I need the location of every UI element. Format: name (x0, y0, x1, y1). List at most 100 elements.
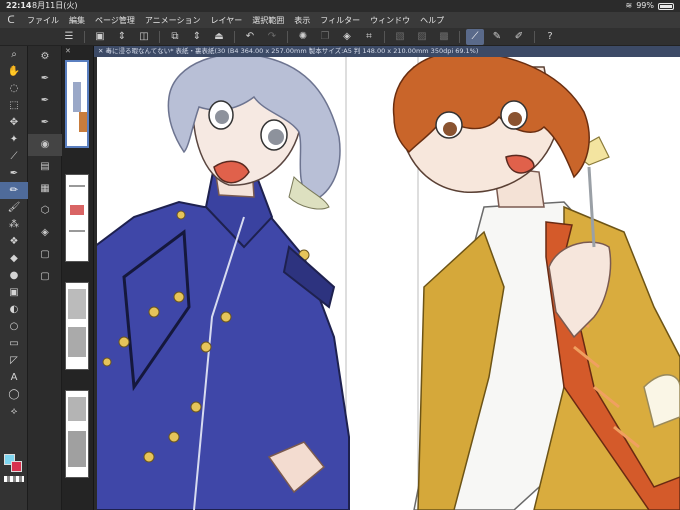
status-right: ≋ 99% (626, 0, 674, 12)
menu-layer[interactable]: レイヤー (206, 15, 248, 26)
divider (459, 30, 460, 43)
lasso-icon[interactable]: ◌ (0, 80, 28, 97)
page-thumbnail-panel: ✕ (62, 46, 94, 510)
clip-studio-logo-icon[interactable]: ᑕ (0, 15, 22, 26)
pen-a-icon[interactable]: ✒ (28, 68, 62, 90)
active-brush-icon[interactable]: ⟋ (466, 28, 484, 45)
wifi-icon: ≋ (625, 1, 633, 10)
pen-c-icon[interactable]: ✒ (28, 112, 62, 134)
divider (287, 30, 288, 43)
arrow-up-down-icon[interactable]: ⇕ (113, 29, 131, 45)
close-icon[interactable]: ✕ (62, 46, 93, 56)
invert-icon[interactable]: ▨ (413, 29, 431, 45)
menu-edit[interactable]: 編集 (64, 15, 90, 26)
menu-bar: ᑕ ファイル 編集 ページ管理 アニメーション レイヤー 選択範囲 表示 フィル… (0, 12, 680, 28)
blend-icon[interactable]: ● (0, 267, 28, 284)
copy-icon[interactable]: ❐ (316, 29, 334, 45)
pen-tool-icon[interactable]: ✒ (0, 165, 28, 182)
ruler-icon[interactable]: ◸ (0, 352, 28, 369)
select-icon[interactable]: ⬚ (0, 97, 28, 114)
deselect-icon[interactable]: ▩ (435, 29, 453, 45)
status-date: 8月11日(火) (32, 1, 78, 10)
left-character (94, 57, 350, 510)
menu-selection[interactable]: 選択範囲 (247, 15, 289, 26)
right-character (392, 57, 680, 510)
undo-icon[interactable]: ↶ (241, 29, 259, 45)
menu-file[interactable]: ファイル (22, 15, 64, 26)
layer-b-icon[interactable]: ▤ (28, 156, 62, 178)
divider (159, 30, 160, 43)
status-time: 22:14 (6, 1, 32, 10)
new-icon[interactable]: ▣ (91, 29, 109, 45)
menu-page[interactable]: ページ管理 (90, 15, 140, 26)
divider (384, 30, 385, 43)
fill-icon[interactable]: ◈ (338, 29, 356, 45)
gradient-icon[interactable]: ◐ (0, 301, 28, 318)
divider (234, 30, 235, 43)
frame-icon[interactable]: ▭ (0, 335, 28, 352)
text-icon[interactable]: A (0, 369, 28, 386)
menu-view[interactable]: 表示 (289, 15, 315, 26)
hand-icon[interactable]: ✋ (0, 63, 28, 80)
page-thumbnail[interactable] (65, 390, 89, 478)
pencil-icon[interactable]: ✏ (0, 182, 28, 199)
zoom-icon[interactable]: ⌕ (0, 46, 28, 63)
menu-icon[interactable]: ☰ (60, 29, 78, 45)
export-icon[interactable]: ⏏ (210, 29, 228, 45)
page-thumbnail[interactable] (65, 282, 89, 370)
battery-fill (660, 4, 672, 8)
menu-filter[interactable]: フィルター (315, 15, 365, 26)
eyedropper-icon[interactable]: ⟋ (0, 148, 28, 165)
subtool-palette: ⚙ ✒ ✒ ✒ ◉ ▤ ▦ ⬡ ◈ ▢ ▢ (28, 46, 62, 510)
menu-window[interactable]: ウィンドウ (365, 15, 415, 26)
eraser-icon[interactable]: ◆ (0, 250, 28, 267)
layer-d-icon[interactable]: ⬡ (28, 200, 62, 222)
page-b-icon[interactable]: ▢ (28, 266, 62, 288)
move-icon[interactable]: ✥ (0, 114, 28, 131)
decoration-icon[interactable]: ❖ (0, 233, 28, 250)
battery-text: 99% (636, 1, 654, 10)
save-icon[interactable]: ◫ (135, 29, 153, 45)
help-icon[interactable]: ? (541, 29, 559, 45)
layer-c-icon[interactable]: ▦ (28, 178, 62, 200)
status-bar: 22:14 8月11日(火) ≋ 99% (0, 0, 680, 12)
magic-wand-icon[interactable]: ✦ (0, 131, 28, 148)
battery-icon (658, 2, 674, 10)
transparent-color-swatch[interactable] (4, 476, 24, 482)
menu-animation[interactable]: アニメーション (140, 15, 206, 26)
drawing-canvas[interactable] (94, 57, 680, 510)
airbrush-icon[interactable]: ⁂ (0, 216, 28, 233)
transform-icon[interactable]: ⌗ (360, 29, 378, 45)
page-thumbnail[interactable] (65, 60, 89, 148)
stack-icon[interactable]: ◈ (28, 222, 62, 244)
redo-icon[interactable]: ↷ (263, 29, 281, 45)
arrow-up-down-icon[interactable]: ⇕ (188, 29, 206, 45)
clip-studio-window: 22:14 8月11日(火) ≋ 99% ᑕ ファイル 編集 ページ管理 アニメ… (0, 0, 680, 510)
select-loading-icon[interactable]: ✺ (294, 29, 312, 45)
correction-icon[interactable]: ⟡ (0, 403, 28, 420)
document-tab[interactable]: ✕ 毒に浸る暇なんてない* 表紙・裏表紙(30 (B4 364.00 x 257… (94, 46, 680, 57)
brush-icon[interactable]: 🖌 (0, 199, 28, 216)
pen-b-icon[interactable]: ✒ (28, 90, 62, 112)
command-bar: ☰ ▣ ⇕ ◫ ⧉ ⇕ ⏏ ↶ ↷ ✺ ❐ ◈ ⌗ ▧ ▨ ▩ ⟋ ✎ ✐ ? (0, 28, 680, 46)
tool-palette: ⌕ ✋ ◌ ⬚ ✥ ✦ ⟋ ✒ ✏ 🖌 ⁂ ❖ ◆ ● ▣ ◐ ○ ▭ ◸ A … (0, 46, 28, 510)
document-tab-close-icon[interactable]: ✕ (98, 47, 106, 55)
pen-icon[interactable]: ✐ (510, 29, 528, 45)
sub-color-swatch[interactable] (11, 461, 22, 472)
canvas-left-edge (94, 57, 97, 510)
balloon-icon[interactable]: ◯ (0, 386, 28, 403)
fill-icon[interactable]: ▣ (0, 284, 28, 301)
open-icon[interactable]: ⧉ (166, 29, 184, 45)
page-a-icon[interactable]: ▢ (28, 244, 62, 266)
figure-icon[interactable]: ○ (0, 318, 28, 335)
clear-icon[interactable]: ▧ (391, 29, 409, 45)
brush-alt-icon[interactable]: ✎ (488, 29, 506, 45)
artwork (94, 57, 680, 510)
divider (84, 30, 85, 43)
page-thumbnail[interactable] (65, 174, 89, 262)
settings-icon[interactable]: ⚙ (28, 46, 62, 68)
divider (534, 30, 535, 43)
menu-help[interactable]: ヘルプ (415, 15, 449, 26)
layer-a-icon[interactable]: ◉ (28, 134, 62, 156)
document-tab-title: 毒に浸る暇なんてない* 表紙・裏表紙(30 (B4 364.00 x 257.0… (105, 47, 479, 55)
